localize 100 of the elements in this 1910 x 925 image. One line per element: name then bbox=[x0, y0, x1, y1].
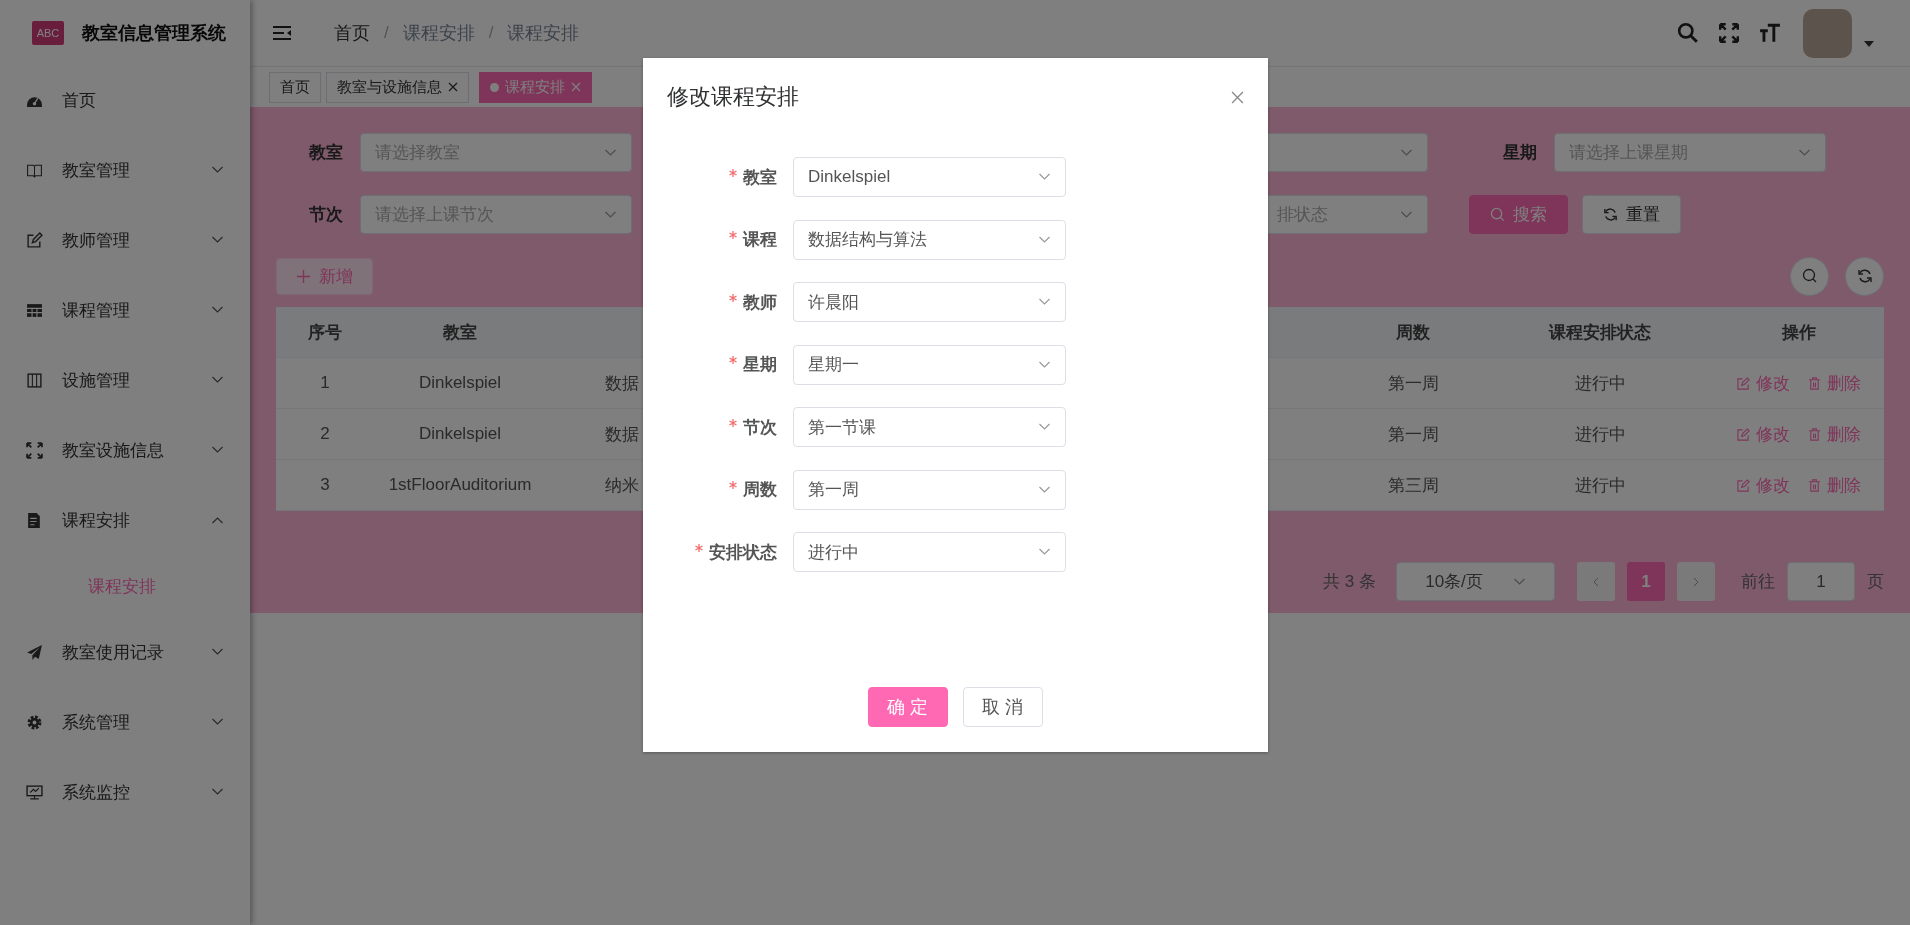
page-size-select[interactable]: 10条/页 bbox=[1396, 562, 1555, 601]
select-field[interactable]: 第一周 bbox=[793, 469, 1066, 510]
caret-down-icon[interactable] bbox=[1864, 41, 1874, 47]
chevron-down-icon bbox=[211, 166, 224, 174]
chevron-down-icon bbox=[1038, 360, 1051, 369]
chevron-down-icon bbox=[211, 788, 224, 796]
trash-icon bbox=[1808, 478, 1821, 492]
table-cell-text: 进行中 bbox=[1573, 423, 1627, 446]
breadcrumb-link[interactable]: 课程安排 bbox=[402, 21, 475, 45]
expand-icon bbox=[26, 441, 43, 459]
edit-icon bbox=[1737, 427, 1750, 441]
select-field[interactable]: 进行中 bbox=[793, 532, 1066, 572]
select-field[interactable]: 数据结构与算法 bbox=[793, 219, 1066, 260]
search-icon[interactable] bbox=[1677, 22, 1699, 44]
table-cell-text: 第三周 bbox=[1386, 474, 1440, 497]
table-cell-text: 数据 bbox=[604, 423, 640, 446]
column-header: 教室 bbox=[442, 321, 478, 344]
page-tag[interactable]: 教室与设施信息 bbox=[326, 71, 469, 103]
cancel-button[interactable]: 取 消 bbox=[963, 687, 1043, 727]
sidebar-item[interactable]: 课程管理 bbox=[0, 275, 250, 345]
edit-icon bbox=[1737, 376, 1750, 390]
refresh-icon bbox=[1856, 268, 1873, 284]
sidebar-item[interactable]: 教室使用记录 bbox=[0, 617, 250, 687]
table-cell-text: 进行中 bbox=[1573, 372, 1627, 395]
grid-icon bbox=[26, 301, 43, 319]
plane-icon bbox=[26, 643, 43, 661]
sidebar-item[interactable]: 课程安排 bbox=[0, 485, 250, 555]
table-cell-text: 第一周 bbox=[1386, 372, 1440, 395]
gear-icon bbox=[26, 713, 43, 731]
sidebar-item[interactable]: 教室设施信息 bbox=[0, 415, 250, 485]
refresh-icon bbox=[1603, 207, 1618, 222]
chevron-down-icon bbox=[211, 446, 224, 454]
fullscreen-icon[interactable] bbox=[1718, 22, 1740, 44]
chevron-down-icon bbox=[211, 306, 224, 314]
select-field[interactable]: 第一节课 bbox=[793, 407, 1066, 447]
chevron-down-icon bbox=[1400, 210, 1413, 219]
sidebar-item[interactable]: 教室管理 bbox=[0, 135, 250, 205]
table-cell-text: Dinkelspiel bbox=[417, 424, 503, 444]
select-field[interactable]: Dinkelspiel bbox=[793, 157, 1066, 197]
form-label: 星期 bbox=[643, 353, 777, 376]
breadcrumb-separator: / bbox=[488, 23, 494, 43]
search-icon bbox=[1801, 268, 1818, 284]
breadcrumb-link[interactable]: 课程安排 bbox=[507, 21, 580, 45]
select-field[interactable]: 星期一 bbox=[793, 344, 1066, 385]
sidebar-item[interactable]: 系统管理 bbox=[0, 687, 250, 757]
breadcrumb-link[interactable]: 首页 bbox=[334, 21, 370, 45]
page-tag[interactable]: 首页 bbox=[269, 71, 321, 103]
chevron-down-icon bbox=[211, 718, 224, 726]
filter-label: 节次 bbox=[309, 204, 344, 226]
select-field[interactable]: 许晨阳 bbox=[793, 282, 1066, 322]
chevron-down-icon bbox=[1038, 485, 1051, 494]
form-label: 教师 bbox=[643, 290, 777, 314]
total-count: 共 3 条 bbox=[1323, 571, 1376, 593]
chevron-down-icon bbox=[211, 376, 224, 384]
doc-icon bbox=[26, 511, 43, 529]
table-cell-text: 第一周 bbox=[1386, 423, 1440, 446]
chevron-up-icon bbox=[211, 516, 224, 524]
sidebar-item[interactable]: 首页 bbox=[0, 65, 250, 135]
search-toggle-button[interactable] bbox=[1790, 256, 1829, 296]
font-size-icon[interactable] bbox=[1759, 22, 1781, 44]
chevron-down-icon bbox=[604, 148, 617, 157]
table-cell-text: 2 bbox=[319, 424, 331, 444]
sidebar-item[interactable]: 系统监控 bbox=[0, 757, 250, 827]
chevron-down-icon bbox=[1798, 148, 1811, 157]
goto-label: 前往 bbox=[1741, 571, 1775, 593]
reset-button[interactable]: 重置 bbox=[1582, 195, 1681, 234]
confirm-button[interactable]: 确 定 bbox=[868, 687, 948, 727]
filter-label: 星期 bbox=[1503, 142, 1538, 164]
close-icon[interactable] bbox=[1231, 90, 1244, 104]
trash-icon bbox=[1808, 376, 1821, 390]
table-cell-text: 进行中 bbox=[1573, 474, 1627, 497]
chevron-down-icon bbox=[1038, 548, 1051, 556]
table-cell-text: 纳米 bbox=[604, 474, 640, 497]
table-cell-text: 3 bbox=[319, 475, 331, 495]
column-header: 操作 bbox=[1780, 321, 1817, 344]
column-header: 周数 bbox=[1395, 321, 1431, 344]
close-icon[interactable] bbox=[448, 82, 458, 92]
sidebar-item[interactable]: 教师管理 bbox=[0, 205, 250, 275]
chevron-down-icon bbox=[1038, 298, 1051, 306]
menu-icon[interactable] bbox=[272, 25, 292, 41]
chevron-down-icon bbox=[1038, 173, 1051, 181]
chevron-down-icon bbox=[604, 210, 617, 219]
table-cell-text: 1stFloorAuditorium bbox=[387, 475, 533, 495]
chevron-down-icon bbox=[1038, 235, 1051, 244]
form-label: 教室 bbox=[643, 165, 777, 189]
column-header: 序号 bbox=[307, 321, 343, 344]
pillar-icon bbox=[26, 371, 43, 389]
chevron-down-icon bbox=[1038, 423, 1051, 431]
edit-icon bbox=[26, 231, 43, 249]
form-label: 安排状态 bbox=[643, 540, 777, 564]
chevron-down-icon bbox=[211, 236, 224, 244]
sidebar-item[interactable]: 设施管理 bbox=[0, 345, 250, 415]
page-suffix: 页 bbox=[1867, 571, 1884, 593]
trash-icon bbox=[1808, 427, 1821, 441]
page-input[interactable]: 1 bbox=[1787, 562, 1855, 601]
chevron-right-icon bbox=[1693, 576, 1699, 587]
form-label: 周数 bbox=[643, 478, 777, 501]
refresh-button[interactable] bbox=[1845, 256, 1884, 296]
chevron-left-icon bbox=[1593, 576, 1599, 587]
edit-icon bbox=[1737, 478, 1750, 492]
